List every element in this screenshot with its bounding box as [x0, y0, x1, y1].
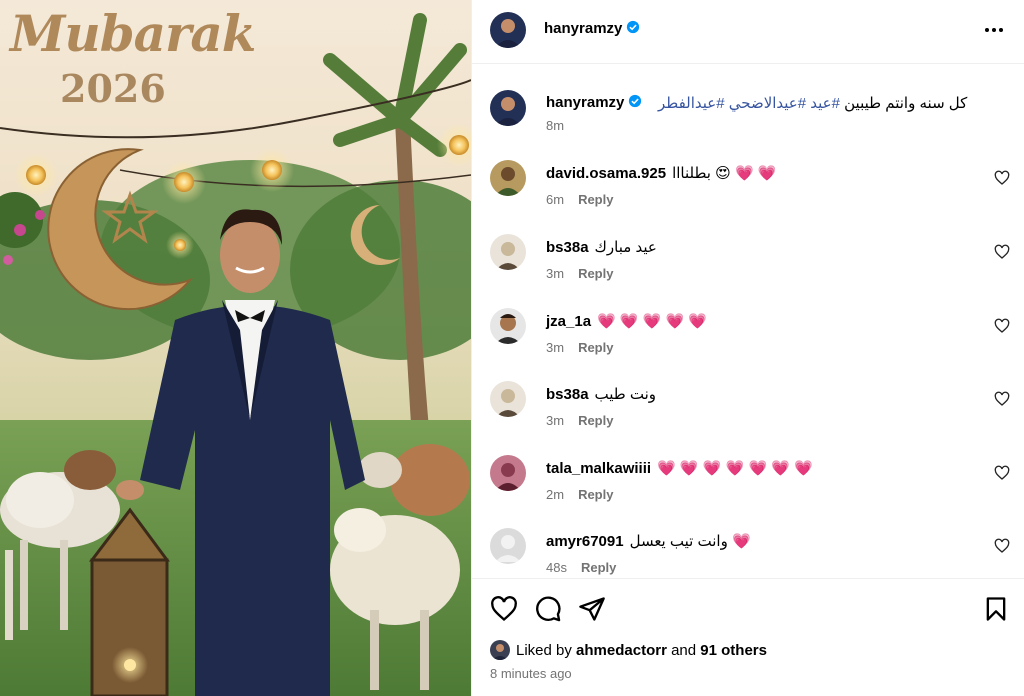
comment-meta: 3m Reply — [546, 266, 613, 281]
verified-badge-icon — [627, 20, 640, 34]
bookmark-save-icon[interactable] — [982, 595, 1010, 623]
like-comment-heart-icon[interactable] — [994, 318, 1010, 334]
comment-time: 2m — [546, 487, 565, 502]
caption-username-text[interactable]: hanyramzy — [546, 94, 624, 111]
reply-button[interactable]: Reply — [578, 192, 613, 207]
image-overlay-title: Mubarak — [10, 4, 256, 63]
comment-time: 6m — [546, 192, 565, 207]
commenter-avatar[interactable] — [490, 234, 526, 270]
caption-timestamp: 8m — [546, 118, 565, 133]
comment-text: 💗 💗 💗 💗 💗 — [597, 313, 708, 330]
commenter-username[interactable]: bs38a — [546, 239, 589, 256]
comment-time: 48s — [546, 560, 567, 575]
like-comment-heart-icon[interactable] — [994, 391, 1010, 407]
likes-middle: and — [666, 642, 701, 659]
post-details-panel: hanyramzy hanyramzy كل سنه وانتم طيبين #… — [471, 0, 1024, 696]
comment-line: tala_malkawiiii 💗 💗 💗 💗 💗 💗 💗 — [546, 459, 813, 477]
comment-text: بطلنااا 😍 💗 💗 — [672, 165, 777, 182]
like-comment-heart-icon[interactable] — [994, 465, 1010, 481]
liker-username[interactable]: ahmedactorr — [576, 642, 667, 659]
comment-line: jza_1a 💗 💗 💗 💗 💗 — [546, 312, 707, 330]
dot-icon — [999, 28, 1003, 32]
author-avatar[interactable] — [490, 12, 526, 48]
caption-text: كل سنه وانتم طيبين #عيد #عيدالاضحي #عيدا… — [658, 94, 967, 112]
comment-item: jza_1a 💗 💗 💗 💗 💗 3m Reply — [490, 308, 1010, 368]
commenter-username[interactable]: amyr67091 — [546, 533, 624, 550]
comment-item: tala_malkawiiii 💗 💗 💗 💗 💗 💗 💗 2m Reply — [490, 455, 1010, 515]
comment-line: david.osama.925 بطلنااا 😍 💗 💗 — [546, 164, 776, 182]
post-caption: hanyramzy كل سنه وانتم طيبين #عيد #عيدال… — [490, 88, 1010, 148]
image-overlay-year: 2026 — [60, 66, 166, 111]
commenter-avatar[interactable] — [490, 528, 526, 564]
caption-plain-text: كل سنه وانتم طيبين — [839, 95, 968, 112]
share-send-icon[interactable] — [578, 595, 606, 623]
like-comment-heart-icon[interactable] — [994, 244, 1010, 260]
caption-author-avatar[interactable] — [490, 90, 526, 126]
commenter-avatar[interactable] — [490, 160, 526, 196]
post-header: hanyramzy — [472, 0, 1024, 64]
comment-text: عيد مبارك — [594, 239, 657, 256]
caption-hashtags[interactable]: #عيد #عيدالاضحي #عيدالفطر — [658, 95, 840, 112]
comment-text: 💗 💗 💗 💗 💗 💗 💗 — [657, 460, 813, 477]
reply-button[interactable]: Reply — [578, 340, 613, 355]
commenter-avatar[interactable] — [490, 308, 526, 344]
like-comment-heart-icon[interactable] — [994, 170, 1010, 186]
comment-text: وانت تيب يعسل 💗 — [629, 533, 751, 550]
reply-button[interactable]: Reply — [581, 560, 616, 575]
comment-time: 3m — [546, 340, 565, 355]
comment-line: bs38a عيد مبارك — [546, 238, 657, 256]
caption-username[interactable]: hanyramzy — [546, 94, 642, 111]
like-comment-heart-icon[interactable] — [994, 538, 1010, 554]
verified-badge-icon — [629, 94, 642, 108]
commenter-username[interactable]: jza_1a — [546, 313, 591, 330]
author-username[interactable]: hanyramzy — [544, 20, 640, 37]
comment-time: 3m — [546, 266, 565, 281]
comment-item: bs38a ونت طيب 3m Reply — [490, 381, 1010, 441]
comment-meta: 2m Reply — [546, 487, 613, 502]
comment-text: ونت طيب — [594, 386, 657, 403]
comment-meta: 3m Reply — [546, 340, 613, 355]
likes-text: Liked by ahmedactorr and 91 others — [516, 642, 767, 659]
dot-icon — [985, 28, 989, 32]
comment-line: amyr67091 وانت تيب يعسل 💗 — [546, 532, 751, 550]
likes-others-count[interactable]: 91 others — [700, 642, 767, 659]
commenter-avatar[interactable] — [490, 455, 526, 491]
comment-time: 3m — [546, 413, 565, 428]
author-username-text[interactable]: hanyramzy — [544, 20, 622, 37]
commenter-username[interactable]: bs38a — [546, 386, 589, 403]
liker-avatar — [490, 640, 510, 660]
like-heart-icon[interactable] — [490, 595, 518, 623]
reply-button[interactable]: Reply — [578, 266, 613, 281]
commenter-username[interactable]: tala_malkawiiii — [546, 460, 651, 477]
post-action-bar — [472, 578, 1024, 638]
comment-meta: 48s Reply — [546, 560, 616, 575]
dot-icon — [992, 28, 996, 32]
post-timestamp: 8 minutes ago — [490, 666, 572, 681]
comment-meta: 3m Reply — [546, 413, 613, 428]
reply-button[interactable]: Reply — [578, 413, 613, 428]
more-options-button[interactable] — [985, 22, 1007, 38]
comment-item: david.osama.925 بطلنااا 😍 💗 💗 6m Reply — [490, 160, 1010, 220]
comment-meta: 6m Reply — [546, 192, 613, 207]
comment-item: bs38a عيد مبارك 3m Reply — [490, 234, 1010, 294]
post-image[interactable]: Mubarak 2026 — [0, 0, 471, 696]
likes-prefix: Liked by — [516, 642, 577, 659]
reply-button[interactable]: Reply — [578, 487, 613, 502]
comment-line: bs38a ونت طيب — [546, 385, 656, 403]
comment-bubble-icon[interactable] — [534, 595, 562, 623]
commenter-username[interactable]: david.osama.925 — [546, 165, 666, 182]
commenter-avatar[interactable] — [490, 381, 526, 417]
